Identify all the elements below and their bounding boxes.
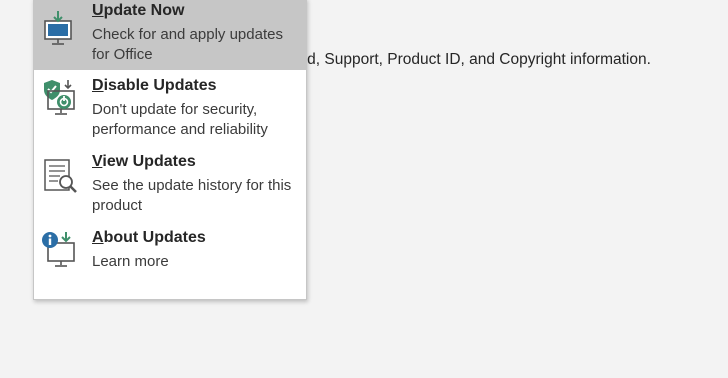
menu-item-disable-updates[interactable]: Disable Updates Don't update for securit… (34, 70, 306, 146)
menu-item-description: Check for and apply updates for Office (92, 26, 283, 63)
menu-item-update-now[interactable]: Update Now Check for and apply updates f… (34, 0, 306, 70)
mnemonic-letter: A (92, 229, 104, 246)
menu-item-view-updates[interactable]: View Updates See the update history for … (34, 146, 306, 222)
disable-updates-icon (40, 78, 80, 118)
title-text: pdate Now (103, 2, 185, 19)
menu-item-about-updates[interactable]: About Updates Learn more (34, 222, 306, 299)
mnemonic-letter: V (92, 153, 103, 170)
title-text: isable Updates (103, 77, 217, 94)
about-updates-icon (40, 230, 80, 270)
update-options-menu: Update Now Check for and apply updates f… (33, 0, 307, 300)
background-info-text: rd, Support, Product ID, and Copyright i… (302, 51, 651, 68)
mnemonic-letter: U (92, 2, 104, 19)
menu-item-title: View Updates (92, 153, 196, 171)
menu-item-title: Update Now (92, 2, 184, 20)
menu-item-description: See the update history for this product (92, 177, 292, 214)
view-updates-icon (40, 156, 80, 196)
menu-item-description: Learn more (92, 253, 169, 270)
menu-item-title: Disable Updates (92, 77, 217, 95)
mnemonic-letter: D (92, 77, 104, 94)
title-text: bout Updates (103, 229, 206, 246)
update-now-icon (40, 9, 80, 49)
menu-item-description: Don't update for security, performance a… (92, 101, 268, 138)
menu-item-title: About Updates (92, 229, 206, 247)
title-text: iew Updates (102, 153, 196, 170)
